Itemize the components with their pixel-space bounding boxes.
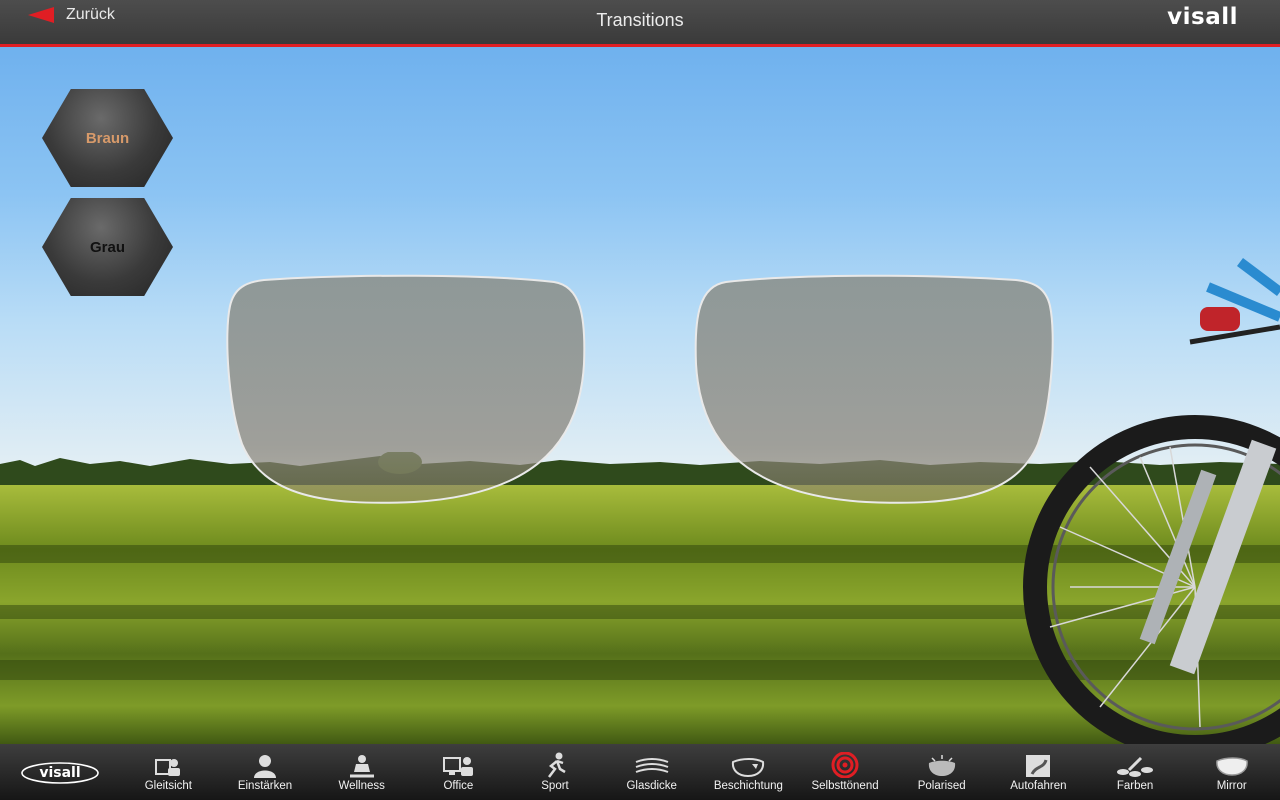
- office-icon: [443, 757, 474, 776]
- tab-autofahren[interactable]: Autofahren: [990, 744, 1087, 800]
- tab-einstaerken[interactable]: Einstärken: [217, 744, 314, 800]
- self-tinting-icon: [831, 752, 859, 778]
- tab-label: Farben: [1116, 780, 1154, 792]
- mirror-icon: [1215, 757, 1248, 776]
- tab-label: Gleitsicht: [144, 780, 192, 792]
- progressive-lens-icon: [155, 759, 181, 776]
- tab-label: Selbsttönend: [811, 780, 879, 792]
- bicycle-image: [1023, 258, 1280, 744]
- meditation-icon: [349, 755, 374, 778]
- tab-label: Sport: [541, 780, 569, 792]
- page-title: Transitions: [596, 10, 684, 30]
- tab-polarised[interactable]: Polarised: [893, 744, 990, 800]
- tab-selbsttoenend[interactable]: Selbsttönend: [797, 744, 894, 800]
- visall-logo-tab[interactable]: visall: [0, 744, 120, 800]
- tab-label: Mirror: [1216, 780, 1247, 792]
- tab-label: Glasdicke: [626, 780, 677, 792]
- tab-label: Beschichtung: [713, 780, 783, 792]
- tab-farben[interactable]: Farben: [1087, 744, 1184, 800]
- driving-icon: [1026, 755, 1051, 777]
- left-lens: [226, 274, 586, 504]
- tab-label: Office: [443, 780, 474, 792]
- svg-text:visall: visall: [39, 765, 80, 781]
- tab-sport[interactable]: Sport: [507, 744, 604, 800]
- polarised-icon: [928, 755, 955, 776]
- scene-image: Braun Grau: [0, 47, 1280, 744]
- top-bar: Zurück Transitions visall: [0, 0, 1280, 47]
- tab-label: Polarised: [917, 780, 966, 792]
- tab-beschichtung[interactable]: Beschichtung: [700, 744, 797, 800]
- tab-glasdicke[interactable]: Glasdicke: [603, 744, 700, 800]
- bottom-tab-bar: visall Gleitsicht Einstärken Wellness Of…: [0, 744, 1280, 800]
- tab-gleitsicht[interactable]: Gleitsicht: [120, 744, 217, 800]
- lens-thickness-icon: [635, 758, 669, 773]
- person-icon: [254, 755, 276, 778]
- colors-icon: [1117, 756, 1154, 777]
- visall-logo-icon: visall: [21, 762, 99, 784]
- tab-mirror[interactable]: Mirror: [1183, 744, 1280, 800]
- tab-label: Wellness: [338, 780, 385, 792]
- tab-office[interactable]: Office: [410, 744, 507, 800]
- tab-label: Autofahren: [1010, 780, 1067, 792]
- running-icon: [548, 752, 566, 778]
- brand-logo: visall: [1167, 4, 1238, 30]
- tab-label: Einstärken: [237, 780, 293, 792]
- tab-wellness[interactable]: Wellness: [313, 744, 410, 800]
- coating-icon: [732, 758, 765, 778]
